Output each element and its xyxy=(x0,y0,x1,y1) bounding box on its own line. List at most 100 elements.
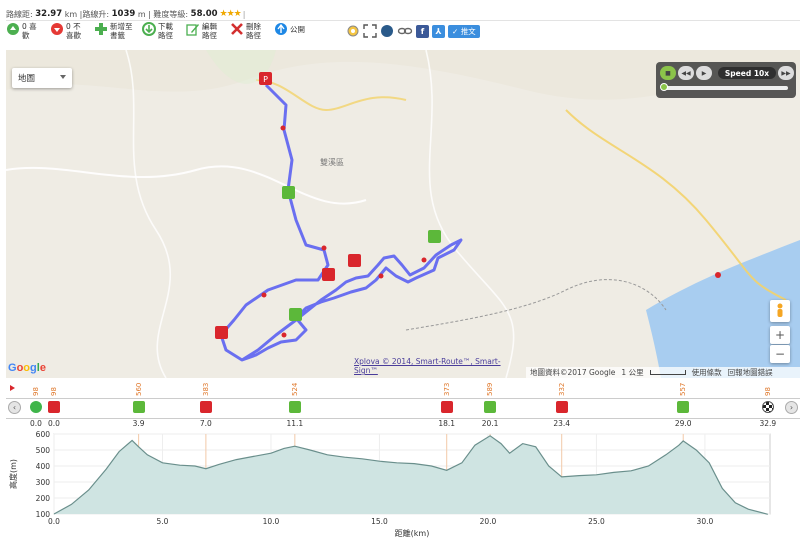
action-bar: 0 喜歡 0 不喜歡 新增至書籤 下載路徑 編輯路徑 刪除路徑 公開 f ⅄ ✓… xyxy=(6,22,480,46)
delete-label: 刪除路徑 xyxy=(246,22,261,40)
route-pin-red-1 xyxy=(348,254,361,267)
map-footer: 地圖資料©2017 Google 1 公里 使用條款 回報地圖錯誤 xyxy=(526,367,800,378)
play-triangle-icon[interactable] xyxy=(10,385,15,391)
y-tick-label: 500 xyxy=(36,446,51,455)
waypoint-marker-start[interactable] xyxy=(30,401,42,413)
y-tick-label: 300 xyxy=(36,478,51,487)
previous-waypoint-button[interactable]: ‹ xyxy=(8,401,21,414)
elevation-chart: 1002003004005006000.0 5.0 10.0 15.0 20.0 25.0… xyxy=(8,430,771,538)
waypoint-marker-flag[interactable] xyxy=(761,401,774,413)
route-map[interactable]: P 雙溪區 地圖 ■ ◀◀ ▶ Speed 10x ▶▶ + − Google … xyxy=(6,50,800,378)
social-bar: f ⅄ ✓ 推文 xyxy=(346,24,480,38)
waypoint-elevation: 98 xyxy=(50,387,58,396)
route-dot xyxy=(321,245,327,251)
download-button[interactable]: 下載路徑 xyxy=(142,22,180,40)
waypoint-marker-red[interactable] xyxy=(440,401,453,413)
thumb-down-icon xyxy=(51,23,63,35)
edit-button[interactable]: 編輯路徑 xyxy=(186,22,224,40)
download-icon xyxy=(142,22,156,36)
waypoint-marker-red[interactable] xyxy=(555,401,568,413)
globe-icon xyxy=(275,23,287,35)
waypoint-distance: 3.9 xyxy=(132,419,145,428)
waypoint-marker-red[interactable] xyxy=(199,401,212,413)
edit-label: 編輯路徑 xyxy=(202,22,217,40)
difficulty-label: | 難度等級: xyxy=(148,9,189,19)
climb-label: |路線升: xyxy=(79,9,110,19)
next-waypoint-button[interactable]: › xyxy=(785,401,798,414)
map-type-select[interactable]: 地圖 xyxy=(12,68,72,88)
waypoint-distance: 7.0 xyxy=(199,419,212,428)
svg-text:P: P xyxy=(263,75,268,84)
playback-slider[interactable] xyxy=(664,86,788,90)
public-button[interactable]: 公開 xyxy=(274,22,312,36)
person-share-icon[interactable]: ⅄ xyxy=(432,24,445,38)
x-tick-label: 30.0 xyxy=(697,517,714,526)
waypoint-marker-green[interactable] xyxy=(484,401,497,413)
tweet-label: 推文 xyxy=(460,26,476,36)
poi-dot xyxy=(715,272,721,278)
climb-unit: m xyxy=(137,9,146,19)
street-view-pegman-icon[interactable] xyxy=(770,300,790,322)
waypoint-elevation: 524 xyxy=(290,382,299,396)
y-axis-label: 高度(m) xyxy=(8,459,18,489)
scale-bar xyxy=(649,370,686,375)
stats-separator: | xyxy=(242,9,246,19)
place-label: 雙溪區 xyxy=(320,157,344,167)
waypoint-marker-red[interactable] xyxy=(48,401,60,413)
playback-slider-knob[interactable] xyxy=(660,83,668,91)
waypoint-distance: 32.9 xyxy=(759,419,777,428)
facebook-icon[interactable]: f xyxy=(416,24,429,38)
gps-settings-icon[interactable] xyxy=(346,24,360,38)
waypoint-elevation: 98 xyxy=(763,387,772,396)
report-link[interactable]: 回報地圖錯誤 xyxy=(728,367,773,378)
x-tick-label: 15.0 xyxy=(371,517,388,526)
strip-divider xyxy=(6,398,800,399)
y-tick-label: 400 xyxy=(36,462,51,471)
route-pin-start: P xyxy=(259,72,272,85)
add-favorite-button[interactable]: 新增至書籤 xyxy=(94,22,136,40)
waypoint-distance: 23.4 xyxy=(553,419,571,428)
waypoint-distance: 0.0 xyxy=(48,419,60,428)
map-canvas: P 雙溪區 xyxy=(6,50,800,378)
add-favorite-label: 新增至書籤 xyxy=(110,22,133,40)
bird-icon: ✓ xyxy=(452,26,459,36)
distance-label: 路線距: xyxy=(6,9,33,19)
play-button[interactable]: ▶ xyxy=(696,66,712,80)
fullscreen-icon[interactable] xyxy=(363,24,377,38)
waypoint-marker-green[interactable] xyxy=(132,401,145,413)
dislike-button[interactable]: 0 不喜歡 xyxy=(50,22,88,40)
distance-unit: km xyxy=(64,9,78,19)
route-stats: 路線距: 32.97 km |路線升: 1039 m | 難度等級: 58.00… xyxy=(6,8,247,20)
kml-icon[interactable] xyxy=(380,24,394,38)
forward-button[interactable]: ▶▶ xyxy=(778,66,794,80)
zoom-in-button[interactable]: + xyxy=(770,326,790,344)
waypoint-elevation: 589 xyxy=(486,382,495,396)
map-type-value: 地圖 xyxy=(18,74,36,84)
tweet-button[interactable]: ✓ 推文 xyxy=(448,24,480,38)
map-credits-link[interactable]: Xplova © 2014, Smart-Route™, Smart-Sign™ xyxy=(354,357,514,375)
like-button[interactable]: 0 喜歡 xyxy=(6,22,44,40)
distance-value: 32.97 xyxy=(35,9,63,19)
zoom-out-button[interactable]: − xyxy=(770,345,790,363)
chevron-down-icon xyxy=(60,75,66,79)
google-logo: Google xyxy=(8,362,46,374)
climb-value: 1039 xyxy=(111,9,136,19)
thumb-up-icon xyxy=(7,23,19,35)
waypoint-marker-green[interactable] xyxy=(288,401,301,413)
camera-button[interactable]: ■ xyxy=(660,66,676,80)
waypoint-elevation: 560 xyxy=(134,382,143,396)
waypoint-marker-green[interactable] xyxy=(677,401,690,413)
stats-divider xyxy=(6,20,800,21)
link-icon[interactable] xyxy=(397,24,413,38)
x-tick-label: 20.0 xyxy=(480,517,497,526)
waypoint-distance: 11.1 xyxy=(286,419,304,428)
terms-link[interactable]: 使用條款 xyxy=(692,367,722,378)
route-player: ■ ◀◀ ▶ Speed 10x ▶▶ xyxy=(656,62,796,98)
waypoint-distance: 18.1 xyxy=(438,419,456,428)
x-tick-label: 10.0 xyxy=(263,517,280,526)
delete-button[interactable]: 刪除路徑 xyxy=(230,22,268,40)
download-label: 下載路徑 xyxy=(158,22,173,40)
waypoint-strip: ‹ › 98 0.0 98 0.0 560 3.9 383 7.0 524 11.1 373 18.1… xyxy=(6,380,800,428)
y-tick-label: 200 xyxy=(36,494,51,503)
rewind-button[interactable]: ◀◀ xyxy=(678,66,694,80)
